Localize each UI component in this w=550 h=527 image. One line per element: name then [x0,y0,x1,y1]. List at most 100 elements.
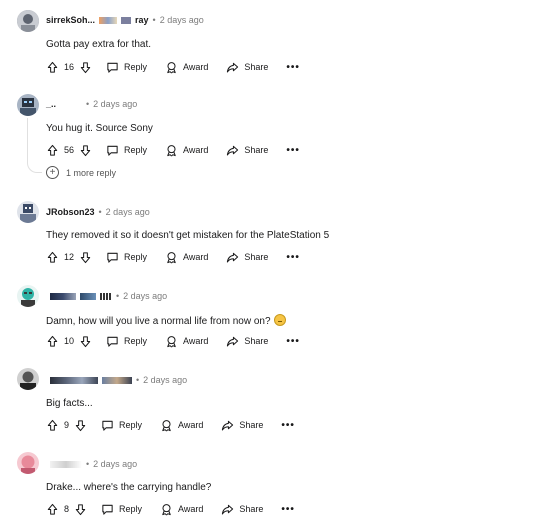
share-button[interactable]: Share [226,144,268,157]
reply-label: Reply [124,62,148,72]
award-icon [162,419,171,431]
arrow-up-icon[interactable] [46,144,59,157]
separator-dot: • [136,375,140,385]
share-button[interactable]: Share [221,503,263,516]
vote-group: 9 [46,419,87,432]
arrow-down-icon[interactable] [79,335,92,348]
reply-button[interactable]: Reply [106,144,147,157]
comment-actions: 56 Reply Award Share ••• [46,143,300,157]
timestamp[interactable]: 2 days ago [143,375,187,385]
comment-meta: • 2 days ago [46,375,187,385]
more-options-button[interactable]: ••• [286,252,300,263]
avatar[interactable] [17,368,39,390]
award-button[interactable]: Award [160,419,203,432]
redacted-username [99,16,118,24]
redacted-username [50,376,98,384]
vote-group: 16 [46,61,92,74]
thread-line[interactable] [27,118,28,162]
more-options-button[interactable]: ••• [281,504,295,515]
share-label: Share [244,336,269,346]
share-arrow-icon [227,252,239,262]
more-options-button[interactable]: ••• [286,62,300,73]
timestamp[interactable]: 2 days ago [93,459,137,469]
award-label: Award [183,336,209,346]
avatar[interactable] [17,10,39,32]
thread-line-curve [27,162,42,173]
share-arrow-icon [227,62,239,72]
vote-count: 9 [64,420,70,430]
separator-dot: • [116,291,120,301]
comment-text: Damn, how will you live a normal life fr… [46,316,271,327]
arrow-down-icon[interactable] [74,503,87,516]
redacted-username [80,292,96,300]
timestamp[interactable]: 2 days ago [123,291,167,301]
worried-face-emoji-icon [273,314,286,326]
award-button[interactable]: Award [165,144,208,157]
arrow-down-icon[interactable] [74,419,87,432]
avatar[interactable] [17,452,39,474]
separator-dot: • [86,459,90,469]
arrow-down-icon[interactable] [79,144,92,157]
share-button[interactable]: Share [221,419,263,432]
redacted-username [121,16,132,24]
share-label: Share [239,420,264,430]
more-options-button[interactable]: ••• [281,420,295,431]
reply-label: Reply [124,145,148,155]
comment-text: Gotta pay extra for that. [46,39,152,50]
plus-circle-icon: + [46,166,59,179]
arrow-down-icon[interactable] [79,61,92,74]
timestamp[interactable]: 2 days ago [93,99,137,109]
reply-button[interactable]: Reply [101,503,142,516]
avatar[interactable] [17,285,39,307]
vote-count: 8 [64,504,70,514]
comment-actions: 16 Reply Award Share ••• [46,60,300,74]
award-button[interactable]: Award [165,335,208,348]
share-button[interactable]: Share [226,61,268,74]
arrow-up-icon[interactable] [46,419,59,432]
more-replies-link[interactable]: + 1 more reply [46,166,116,179]
username[interactable]: _.. [46,99,56,109]
reply-button[interactable]: Reply [106,335,147,348]
username[interactable]: sirrekSoh... [46,15,95,25]
award-label: Award [183,62,209,72]
avatar[interactable] [17,94,39,116]
vote-group: 12 [46,251,92,264]
share-label: Share [244,145,269,155]
speech-bubble-icon [102,420,113,431]
more-options-button[interactable]: ••• [286,145,300,156]
reply-button[interactable]: Reply [101,419,142,432]
share-arrow-icon [227,336,239,346]
award-button[interactable]: Award [160,503,203,516]
reply-button[interactable]: Reply [106,61,147,74]
comment-meta: _.. • 2 days ago [46,99,137,109]
arrow-up-icon[interactable] [46,251,59,264]
award-label: Award [178,420,204,430]
username-suffix: ray [135,15,149,25]
award-button[interactable]: Award [165,61,208,74]
username[interactable]: JRobson23 [46,207,95,217]
arrow-up-icon[interactable] [46,335,59,348]
award-icon [167,251,176,263]
arrow-down-icon[interactable] [79,251,92,264]
timestamp[interactable]: 2 days ago [106,207,150,217]
arrow-up-icon[interactable] [46,503,59,516]
comment-meta: • 2 days ago [46,459,137,469]
comment-actions: 9 Reply Award Share ••• [46,418,295,432]
comment-actions: 12 Reply Award Share ••• [46,250,300,264]
share-button[interactable]: Share [226,251,268,264]
more-options-button[interactable]: ••• [286,336,300,347]
share-label: Share [244,252,269,262]
avatar[interactable] [17,201,39,223]
vote-group: 56 [46,144,92,157]
award-label: Award [178,504,204,514]
reply-button[interactable]: Reply [106,251,147,264]
more-replies-label: 1 more reply [66,167,117,178]
share-button[interactable]: Share [226,335,268,348]
vote-group: 8 [46,503,87,516]
timestamp[interactable]: 2 days ago [160,15,204,25]
award-button[interactable]: Award [165,251,208,264]
award-icon [167,335,176,347]
speech-bubble-icon [102,504,113,515]
arrow-up-icon[interactable] [46,61,59,74]
speech-bubble-icon [107,145,118,156]
